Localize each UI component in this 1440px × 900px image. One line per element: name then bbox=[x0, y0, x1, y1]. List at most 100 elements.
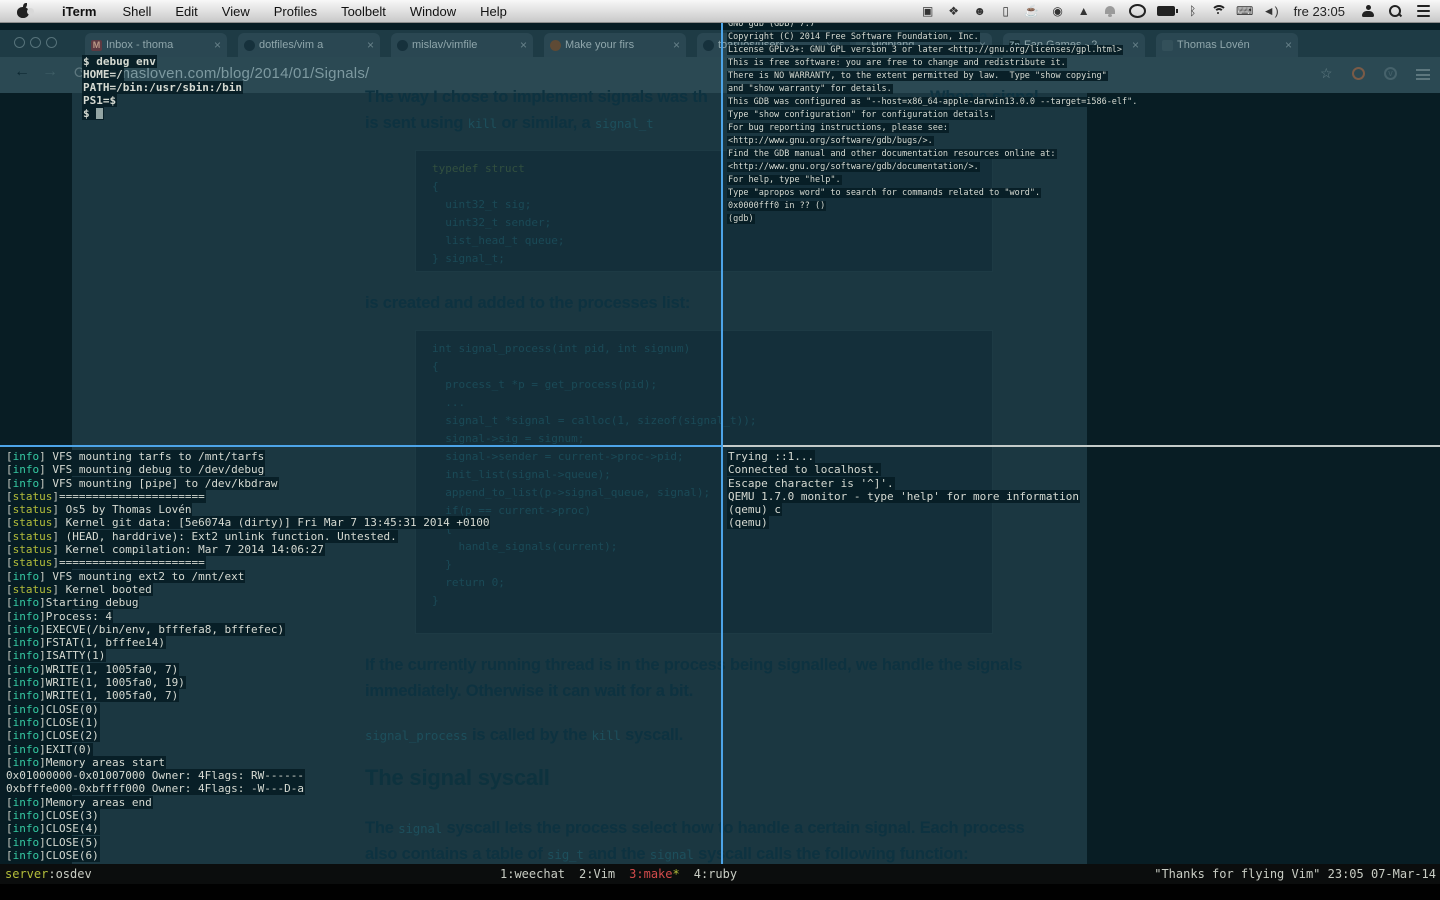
dropbox-icon[interactable]: ❖ bbox=[941, 0, 967, 22]
terminal-line: [info]EXIT(0) bbox=[5, 742, 94, 756]
terminal-line: $ bbox=[82, 107, 243, 120]
user-icon[interactable] bbox=[1362, 5, 1374, 17]
terminal-line: HOME=/ bbox=[82, 68, 124, 81]
tmux-window-make[interactable]: 3:make* bbox=[629, 864, 680, 884]
pane-divider-horizontal[interactable] bbox=[723, 445, 1440, 447]
orange-favicon-icon bbox=[550, 39, 561, 51]
pane-divider-horizontal-active[interactable] bbox=[0, 445, 722, 447]
extension-badge-icon[interactable] bbox=[1352, 67, 1365, 80]
window-minimize-button[interactable] bbox=[30, 37, 41, 48]
tmux-window-ruby[interactable]: 4:ruby bbox=[694, 864, 737, 884]
window-zoom-button[interactable] bbox=[46, 37, 57, 48]
terminal-line: [info]Process: 4 bbox=[5, 609, 113, 623]
tmux-window-Vim[interactable]: 2:Vim bbox=[579, 864, 615, 884]
drive-icon[interactable]: ▲ bbox=[1071, 0, 1097, 22]
menu-toolbelt[interactable]: Toolbelt bbox=[329, 4, 398, 19]
tab-label: Make your firs bbox=[565, 39, 635, 51]
film-icon[interactable]: ◉ bbox=[1045, 0, 1071, 22]
terminal-pane-gdb[interactable]: GNU gdb (GDB) 7.7 Copyright (C) 2014 Free… bbox=[727, 18, 1139, 226]
code-line: list_head_t queue; bbox=[432, 234, 565, 247]
code-line: int signal_process(int pid, int signum) bbox=[432, 342, 691, 355]
display-icon[interactable]: ▯ bbox=[993, 0, 1019, 22]
tab-label: Thomas Lovén bbox=[1177, 39, 1250, 51]
menu-view[interactable]: View bbox=[210, 4, 262, 19]
tab-close-icon[interactable]: × bbox=[214, 38, 221, 52]
window-close-button[interactable] bbox=[14, 37, 25, 48]
pane-divider-vertical[interactable] bbox=[721, 22, 723, 864]
terminal-line: [info]CLOSE(3) bbox=[5, 809, 100, 823]
terminal-line: License GPLv3+: GNU GPL version 3 or lat… bbox=[727, 45, 1124, 55]
browser-tab[interactable]: mislav/vimfile × bbox=[391, 33, 533, 57]
terminal-line: [info]WRITE(1, 1005fa0, 7) bbox=[5, 662, 180, 676]
menu-window[interactable]: Window bbox=[398, 4, 468, 19]
terminal-line: (gdb) bbox=[727, 214, 755, 224]
terminal-line: Find the GDB manual and other documentat… bbox=[727, 149, 1057, 159]
volume-icon[interactable]: ◄) bbox=[1258, 0, 1284, 22]
github-favicon-icon bbox=[397, 39, 408, 51]
code-line: } bbox=[432, 594, 439, 607]
desktop: iTerm Shell Edit View Profiles Toolbelt Window… bbox=[0, 0, 1440, 900]
terminal-pane-qemu-monitor[interactable]: Trying ::1... Connected to localhost. Esca… bbox=[727, 450, 1080, 530]
terminal-line: QEMU 1.7.0 monitor - type 'help' for mor… bbox=[727, 489, 1080, 503]
terminal-pane-kernel-log[interactable]: [info] VFS mounting tarfs to /mnt/tarfs[… bbox=[5, 450, 491, 862]
tab-close-icon[interactable]: × bbox=[367, 38, 374, 52]
menu-iterm[interactable]: iTerm bbox=[48, 4, 110, 19]
keyboard-icon[interactable]: ⌨ bbox=[1232, 0, 1258, 22]
tmux-window-weechat[interactable]: 1:weechat bbox=[500, 864, 565, 884]
browser-tab[interactable]: Make your firs × bbox=[544, 33, 686, 57]
terminal-line: [info]Starting debug bbox=[5, 596, 140, 610]
coffee-icon[interactable]: ☕ bbox=[1019, 0, 1045, 22]
terminal-line: Connected to localhost. bbox=[727, 463, 882, 477]
spotlight-search-icon[interactable] bbox=[1389, 5, 1401, 17]
terminal-line: [info]WRITE(1, 1005fa0, 19) bbox=[5, 676, 186, 690]
terminal-cursor bbox=[96, 108, 103, 119]
terminal-line: (qemu) bbox=[727, 516, 769, 530]
battery-icon[interactable] bbox=[1156, 6, 1178, 16]
apple-menu-icon[interactable] bbox=[16, 3, 34, 18]
tab-close-icon[interactable]: × bbox=[673, 38, 680, 52]
browser-tab-bar: M Inbox - thoma × dotfiles/vim a × mislav/vim… bbox=[0, 30, 1440, 57]
tab-close-icon[interactable]: × bbox=[520, 38, 527, 52]
bell-icon[interactable] bbox=[1104, 5, 1115, 17]
terminal-line: and "show warranty" for details. bbox=[727, 84, 893, 94]
terminal-line: $ debug env bbox=[82, 55, 157, 68]
user-face-icon[interactable]: ☻ bbox=[967, 0, 993, 22]
terminal-line: This GDB was configured as "--host=x86_6… bbox=[727, 97, 1139, 107]
messages-icon[interactable] bbox=[1128, 4, 1146, 18]
terminal-pane-shell[interactable]: $ debug env HOME=/PATH=/bin:/usr/sbin:/bi… bbox=[82, 55, 243, 120]
tab-close-icon[interactable]: × bbox=[1285, 38, 1292, 52]
blog-paragraph: is created and added to the processes li… bbox=[365, 294, 691, 312]
browser-tab[interactable]: Thomas Lovén × bbox=[1156, 33, 1298, 57]
wifi-icon[interactable] bbox=[1210, 5, 1227, 17]
back-button-icon[interactable]: ← bbox=[14, 63, 30, 81]
bluetooth-icon[interactable]: ᛒ bbox=[1180, 0, 1206, 22]
gmail-favicon-icon: M bbox=[91, 39, 102, 51]
terminal-line: Type "apropos word" to search for comman… bbox=[727, 188, 1042, 198]
browser-tab[interactable]: dotfiles/vim a × bbox=[238, 33, 380, 57]
blog-paragraph: is sent using kill or similar, a signal_… bbox=[365, 114, 654, 132]
terminal-line: [info]CLOSE(0) bbox=[5, 702, 100, 716]
menu-items: iTerm Shell Edit View Profiles Toolbelt Window… bbox=[48, 4, 519, 19]
terminal-line: There is NO WARRANTY, to the extent perm… bbox=[727, 71, 1108, 81]
terminal-line: <http://www.gnu.org/software/gdb/documen… bbox=[727, 162, 980, 172]
terminal-line: [info]ISATTY(1) bbox=[5, 649, 107, 663]
terminal-line: [status] (HEAD, harddrive): Ext2 unlink … bbox=[5, 529, 398, 543]
macos-menu-bar: iTerm Shell Edit View Profiles Toolbelt Window… bbox=[0, 0, 1440, 23]
browser-tab[interactable]: M Inbox - thoma × bbox=[85, 33, 227, 57]
code-line: } bbox=[432, 558, 452, 571]
menu-shell[interactable]: Shell bbox=[110, 4, 163, 19]
terminal-line: [info]CLOSE(6) bbox=[5, 848, 100, 862]
github-favicon-icon bbox=[244, 39, 255, 51]
code-line: signal_t *signal = calloc(1, sizeof(sign… bbox=[432, 414, 757, 427]
menu-help[interactable]: Help bbox=[468, 4, 519, 19]
forward-button-icon[interactable]: → bbox=[42, 63, 58, 81]
browser-menu-icon[interactable] bbox=[1416, 69, 1430, 80]
menu-profiles[interactable]: Profiles bbox=[262, 4, 329, 19]
window-switcher-icon[interactable]: ▣ bbox=[915, 0, 941, 22]
notification-center-icon[interactable] bbox=[1417, 5, 1430, 17]
bookmark-star-icon[interactable]: ☆ bbox=[1320, 65, 1333, 82]
terminal-line: [status]====================== bbox=[5, 556, 206, 570]
terminal-line: [info]Memory areas end bbox=[5, 795, 153, 809]
vimium-badge-icon[interactable]: v bbox=[1384, 67, 1397, 80]
menu-edit[interactable]: Edit bbox=[163, 4, 209, 19]
